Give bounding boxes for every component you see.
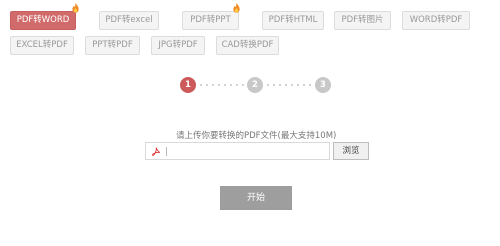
tab-jpg-to-pdf[interactable]: JPG转PDF [151, 36, 205, 55]
tab-ppt-to-pdf[interactable]: PPT转PDF [85, 36, 140, 55]
step-3: 3 [315, 77, 331, 93]
start-button[interactable]: 开始 [220, 186, 292, 210]
fire-icon [233, 3, 240, 13]
tab-pdf-to-ppt[interactable]: PDF转PPT [182, 11, 239, 30]
tab-pdf-to-word[interactable]: PDF转WORD [10, 11, 76, 30]
tab-pdf-to-excel[interactable]: PDF转excel [99, 11, 159, 30]
file-path-input[interactable] [145, 142, 330, 160]
step-2: 2 [247, 77, 263, 93]
step-connector [200, 84, 244, 86]
step-connector [267, 84, 311, 86]
fire-icon [72, 3, 79, 13]
tab-word-to-pdf[interactable]: WORD转PDF [402, 11, 470, 30]
pdf-file-icon [152, 147, 160, 156]
tab-cad-to-pdf[interactable]: CAD转换PDF [216, 36, 279, 55]
tab-excel-to-pdf[interactable]: EXCEL转PDF [10, 36, 74, 55]
tab-pdf-to-html[interactable]: PDF转HTML [262, 11, 324, 30]
tab-pdf-to-image[interactable]: PDF转图片 [334, 11, 391, 30]
upload-hint: 请上传你要转换的PDF文件(最大支持10M) [176, 131, 337, 141]
browse-button[interactable]: 浏览 [333, 142, 369, 160]
text-caret [166, 147, 167, 156]
step-1: 1 [180, 77, 196, 93]
